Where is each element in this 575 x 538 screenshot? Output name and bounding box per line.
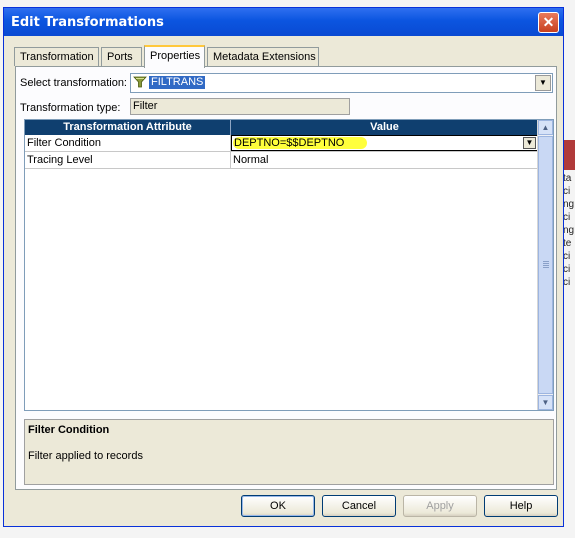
select-transformation-label: Select transformation:: [20, 77, 127, 89]
background-letter: ci: [563, 264, 571, 275]
scroll-grip-icon: [543, 261, 549, 268]
background-text-column: ta ci ng ci ng te ci ci ci: [563, 172, 575, 289]
window-title: Edit Transformations: [11, 15, 164, 30]
properties-panel: Select transformation: FILTRANS ▼ Transf…: [15, 66, 557, 490]
tab-metadata-extensions[interactable]: Metadata Extensions: [207, 47, 319, 66]
column-header-attribute[interactable]: Transformation Attribute: [25, 120, 230, 135]
properties-grid: Transformation Attribute Value Filter Co…: [24, 119, 554, 411]
column-header-value[interactable]: Value: [231, 120, 538, 135]
selected-transformation: FILTRANS: [149, 76, 206, 89]
vertical-scrollbar[interactable]: ▲ ▼: [537, 120, 553, 410]
background-letter: ci: [563, 212, 571, 223]
background-letter: ta: [563, 173, 572, 184]
background-letter: te: [563, 238, 572, 249]
background-letter: ci: [563, 251, 571, 262]
tab-properties[interactable]: Properties: [144, 45, 205, 68]
background-letter: ng: [563, 225, 575, 236]
grid-row-filter-condition[interactable]: Filter Condition DEPTNO=$$DEPTNO ▼: [25, 135, 538, 152]
description-text: Filter applied to records: [28, 450, 143, 462]
tab-ports[interactable]: Ports: [101, 47, 142, 66]
scroll-up-button[interactable]: ▲: [538, 120, 553, 135]
background-letter: ci: [563, 277, 571, 288]
background-letter: ng: [563, 199, 575, 210]
attribute-cell[interactable]: Filter Condition: [25, 135, 231, 151]
apply-button[interactable]: Apply: [403, 495, 477, 517]
filter-funnel-icon: [133, 76, 147, 88]
cancel-button[interactable]: Cancel: [322, 495, 396, 517]
grid-header: Transformation Attribute Value: [25, 120, 538, 135]
filter-condition-value[interactable]: DEPTNO=$$DEPTNO: [234, 136, 344, 150]
select-transformation-dropdown[interactable]: FILTRANS ▼: [130, 73, 553, 93]
grid-row-tracing-level[interactable]: Tracing Level Normal: [25, 152, 538, 169]
ok-button[interactable]: OK: [241, 495, 315, 517]
close-button[interactable]: ✕: [538, 12, 559, 33]
chevron-up-icon: ▲: [541, 123, 550, 132]
chevron-down-icon: ▼: [539, 78, 547, 87]
scroll-thumb[interactable]: [538, 136, 553, 394]
transformation-type-label: Transformation type:: [20, 102, 121, 114]
close-icon: ✕: [542, 14, 555, 30]
dropdown-arrow-button[interactable]: ▼: [535, 75, 551, 91]
background-letter: ci: [563, 186, 571, 197]
transformation-type-field: Filter: [130, 98, 350, 115]
filter-condition-editor[interactable]: DEPTNO=$$DEPTNO ▼: [231, 135, 538, 151]
description-box: Filter Condition Filter applied to recor…: [24, 419, 554, 485]
open-expression-editor-button[interactable]: ▼: [523, 137, 536, 149]
arrow-down-icon: ▼: [525, 138, 534, 147]
scroll-down-button[interactable]: ▼: [538, 395, 553, 410]
attribute-cell[interactable]: Tracing Level: [25, 152, 231, 168]
tab-transformation[interactable]: Transformation: [14, 47, 99, 66]
help-button[interactable]: Help: [484, 495, 558, 517]
chevron-down-icon: ▼: [541, 398, 550, 407]
edit-transformations-dialog: Edit Transformations ✕ Transformation Po…: [3, 7, 564, 527]
description-title: Filter Condition: [28, 424, 110, 436]
tracing-level-value[interactable]: Normal: [231, 152, 538, 168]
title-bar[interactable]: Edit Transformations ✕: [4, 8, 563, 36]
